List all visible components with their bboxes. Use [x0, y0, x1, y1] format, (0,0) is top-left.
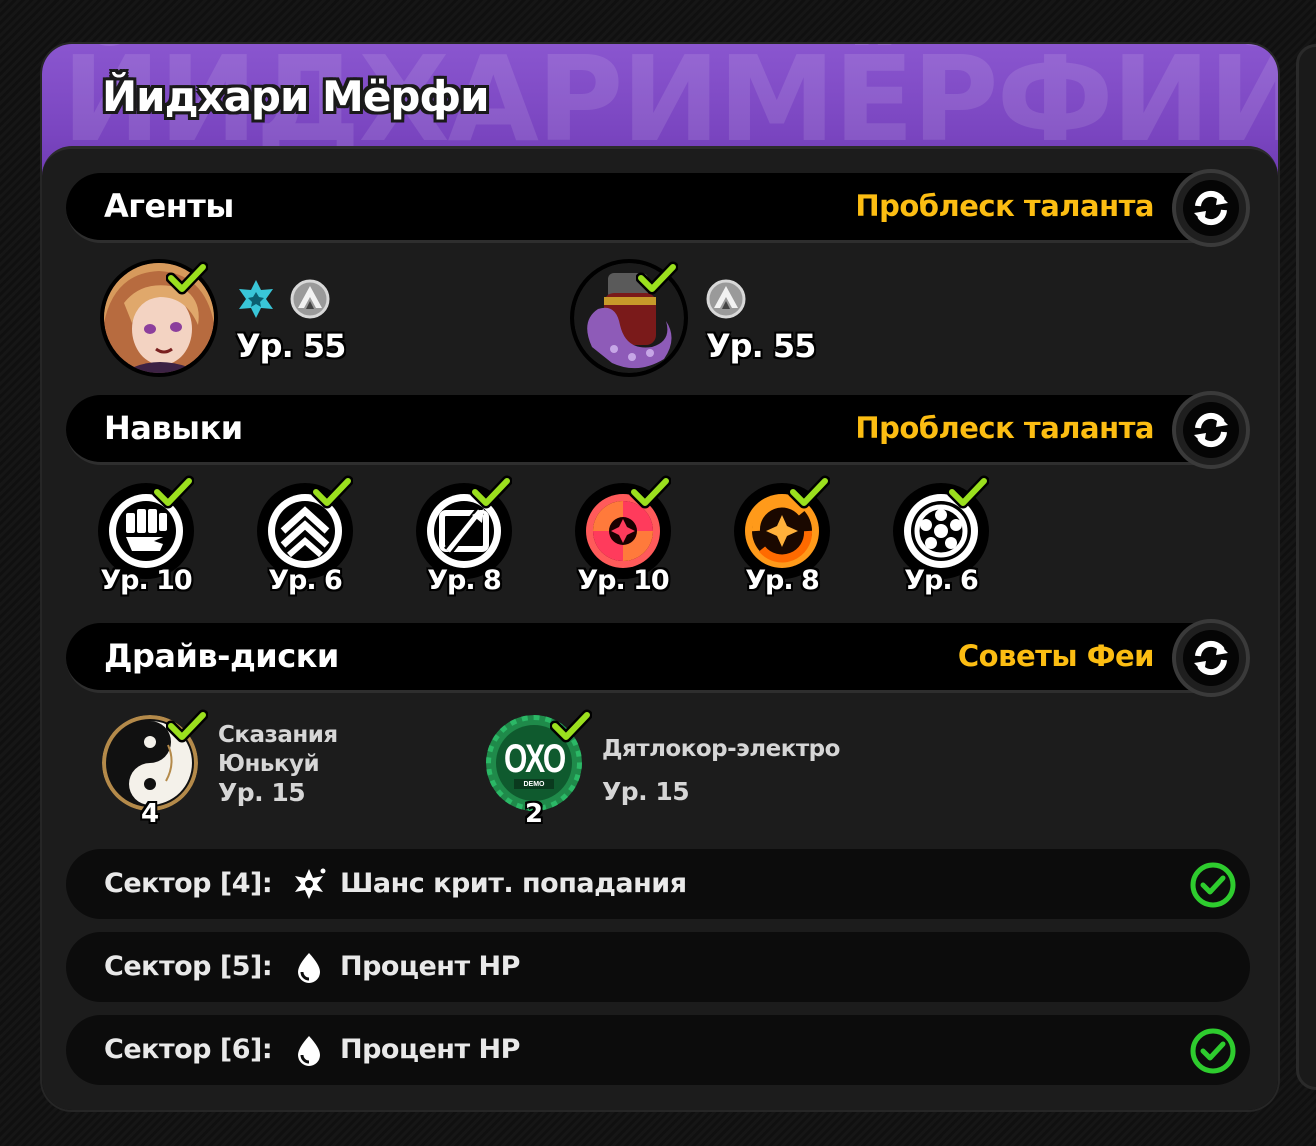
- skill-slot-3[interactable]: Ур. 8: [404, 475, 534, 603]
- skill-slot-4[interactable]: Ур. 10: [563, 475, 693, 603]
- section-title-agents: Агенты: [104, 187, 234, 225]
- next-card-edge: [1296, 44, 1316, 1090]
- discs-refresh-button[interactable]: [1172, 619, 1250, 697]
- agent-1-check-icon: [166, 261, 208, 295]
- disc-1-check-icon: [166, 709, 208, 743]
- agent-2-level: Ур. 55: [706, 327, 816, 365]
- skill-1-level: Ур. 10: [100, 565, 192, 596]
- disc-1-count: 4: [140, 799, 160, 829]
- disc-1-name-line2: Юнькуй: [218, 751, 320, 777]
- sector-label: Сектор [4]:: [104, 868, 273, 899]
- sector-value: Процент HP: [340, 1034, 520, 1065]
- sector-row-5[interactable]: Сектор [5]: Процент HP: [66, 932, 1250, 1002]
- agents-refresh-button[interactable]: [1172, 169, 1250, 247]
- skill-1-check-icon: [152, 475, 194, 509]
- refresh-icon: [1194, 190, 1228, 226]
- refresh-icon: [1194, 640, 1228, 676]
- drive-discs-section-bar: Драйв-диски Советы Феи: [66, 619, 1250, 697]
- drive-disc-slot-2[interactable]: OXO DEMO 2 Дятлокор-электро Ур. 15: [486, 709, 866, 845]
- disc-1-level: Ур. 15: [218, 778, 306, 807]
- talent-glimpse-link[interactable]: Проблеск таланта: [855, 411, 1154, 445]
- character-build-card: ЙИДХАРИМЁРФИЙИДХАРИ Йидхари Мёрфи Агенты…: [42, 44, 1278, 1110]
- skill-slot-6[interactable]: Ур. 6: [881, 475, 1011, 603]
- disc-2-count: 2: [524, 799, 544, 829]
- skill-4-level: Ур. 10: [577, 565, 669, 596]
- disc-2-name: Дятлокор-электро: [602, 736, 840, 762]
- ether-star-icon: [239, 280, 273, 318]
- disc-2-level: Ур. 15: [602, 777, 690, 806]
- skill-6-level: Ур. 6: [904, 565, 979, 596]
- skills-section-bar: Навыки Проблеск таланта: [66, 391, 1250, 469]
- oxo-badge-small: DEMO: [523, 781, 545, 788]
- agent-2-check-icon: [636, 261, 678, 295]
- agent-1-icons: [236, 279, 330, 319]
- skill-slot-5[interactable]: Ур. 8: [722, 475, 852, 603]
- refresh-icon: [1194, 412, 1228, 448]
- sector-check-icon: [1190, 1028, 1236, 1074]
- sector-row-4[interactable]: Сектор [4]: Шанс крит. попадания: [66, 849, 1250, 919]
- skills-refresh-button[interactable]: [1172, 391, 1250, 469]
- crit-rate-icon: [295, 868, 326, 899]
- hp-drop-icon: [298, 953, 320, 983]
- fairy-tips-link[interactable]: Советы Феи: [958, 639, 1155, 673]
- sector-label: Сектор [6]:: [104, 1034, 273, 1065]
- skill-6-check-icon: [947, 475, 989, 509]
- agent-slot-1[interactable]: Ур. 55: [100, 259, 480, 389]
- skill-3-level: Ур. 8: [427, 565, 502, 596]
- hp-drop-icon: [298, 1036, 320, 1066]
- sector-value: Процент HP: [340, 951, 520, 982]
- talent-glimpse-link[interactable]: Проблеск таланта: [855, 189, 1154, 223]
- sector-row-6[interactable]: Сектор [6]: Процент HP: [66, 1015, 1250, 1085]
- skill-slot-2[interactable]: Ур. 6: [245, 475, 375, 603]
- disc-1-name-line1: Сказания: [218, 722, 338, 748]
- oxo-badge-text: OXO: [504, 737, 566, 781]
- section-title-drive-discs: Драйв-диски: [104, 637, 339, 675]
- skill-5-check-icon: [788, 475, 830, 509]
- sector-label: Сектор [5]:: [104, 951, 273, 982]
- sector-check-icon: [1190, 862, 1236, 908]
- skill-2-level: Ур. 6: [268, 565, 343, 596]
- rank-emblem-icon: [290, 279, 330, 319]
- section-title-skills: Навыки: [104, 409, 243, 447]
- drive-disc-slot-1[interactable]: 4 Сказания Юнькуй Ур. 15: [102, 709, 482, 845]
- agent-1-level: Ур. 55: [236, 327, 346, 365]
- skill-3-check-icon: [470, 475, 512, 509]
- skill-slot-1[interactable]: Ур. 10: [86, 475, 216, 603]
- sector-value: Шанс крит. попадания: [340, 868, 687, 899]
- rank-emblem-icon: [706, 279, 746, 319]
- agent-2-icons: [706, 279, 746, 319]
- skill-5-level: Ур. 8: [745, 565, 820, 596]
- character-name: Йидхари Мёрфи: [102, 72, 489, 121]
- agent-slot-2[interactable]: Ур. 55: [570, 259, 950, 389]
- disc-2-check-icon: [550, 709, 592, 743]
- skill-2-check-icon: [311, 475, 353, 509]
- card-body: Агенты Проблеск таланта Ур. 55 Ур. 55 На…: [42, 146, 1278, 1110]
- agents-section-bar: Агенты Проблеск таланта: [66, 169, 1250, 247]
- skill-4-check-icon: [629, 475, 671, 509]
